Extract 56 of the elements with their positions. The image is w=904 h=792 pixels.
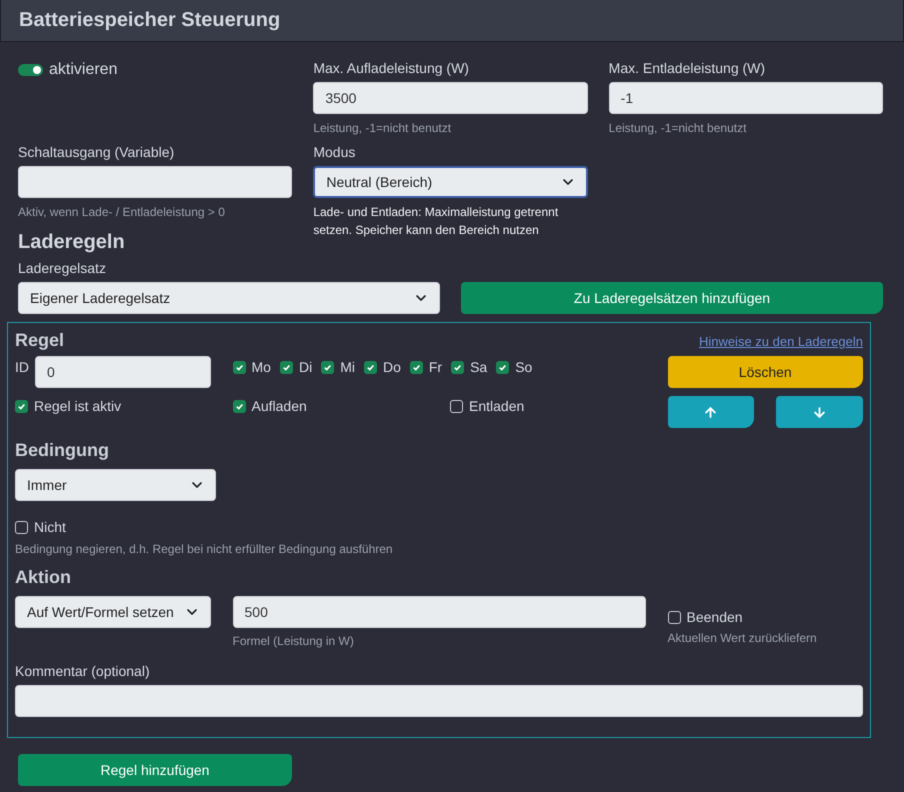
checkbox-label: Fr <box>428 359 442 375</box>
checkbox-label: Nicht <box>34 519 66 535</box>
checkbox[interactable]: Mo <box>232 359 271 375</box>
checkbox-label: Sa <box>470 359 488 375</box>
help-text: Aktuellen Wert zurückliefern <box>668 631 818 646</box>
page-title: Batteriespeicher Steuerung <box>19 9 280 32</box>
add-to-rulesets-button[interactable]: Zu Laderegelsätzen hinzufügen <box>461 282 883 314</box>
help-text: Aktiv, wenn Lade- / Entladeleistung > 0 <box>18 205 226 220</box>
checkbox-label: Entladen <box>469 398 524 414</box>
field-label: Max. Aufladeleistung (W) <box>313 60 470 77</box>
formula-input[interactable]: 500 <box>232 596 646 628</box>
section-heading: Aktion <box>15 567 72 588</box>
checkbox[interactable]: Nicht <box>15 519 863 535</box>
checkbox[interactable]: Di <box>280 359 312 375</box>
checkbox-label: Mo <box>252 359 271 375</box>
ruleset-select[interactable]: Eigener Laderegelsatz <box>18 282 440 314</box>
checkbox[interactable]: Entladen <box>450 398 646 414</box>
field-label: Max. Entladeleistung (W) <box>608 60 766 77</box>
checkbox-label: Mi <box>340 359 355 375</box>
help-text: Leistung, -1=nicht benutzt <box>608 121 748 136</box>
toggle-label: aktivieren <box>49 61 118 79</box>
mode-select[interactable]: Neutral (Bereich) <box>313 166 588 198</box>
checkbox-label: Do <box>382 359 401 375</box>
field-label: Kommentar (optional) <box>15 663 151 680</box>
section-heading: Laderegeln <box>18 231 126 254</box>
delete-button[interactable]: Löschen <box>668 356 863 388</box>
id-input[interactable]: 0 <box>35 356 210 388</box>
action-select[interactable]: Auf Wert/Formel setzen <box>15 596 210 628</box>
section-heading: Bedingung <box>15 440 110 461</box>
mode-description: Lade- und Entladen: Maximalleistung getrennt setzen. Speicher kann den Bereich nutzen <box>313 204 560 239</box>
checkbox[interactable]: Do <box>364 359 401 375</box>
add-rule-button[interactable]: Regel hinzufügen <box>18 754 292 786</box>
help-text: Formel (Leistung in W) <box>232 634 355 649</box>
checkbox[interactable]: Mi <box>321 359 355 375</box>
condition-select[interactable]: Immer <box>15 469 216 501</box>
input-field[interactable]: -1 <box>608 82 883 114</box>
rule-heading: Regel <box>15 330 64 351</box>
checkbox[interactable]: Regel ist aktiv <box>15 398 210 414</box>
id-label: ID <box>15 359 29 375</box>
input-field[interactable]: 3500 <box>313 82 588 114</box>
checkbox[interactable]: Beenden <box>668 609 863 625</box>
help-text: Bedingung negieren, d.h. Regel bei nicht erfüllter Bedingung ausführen <box>15 542 394 557</box>
field-label: Laderegelsatz <box>18 260 107 277</box>
checkbox[interactable]: Aufladen <box>232 398 428 414</box>
field-label: Schaltausgang (Variable) <box>18 144 176 161</box>
checkbox-label: So <box>515 359 532 375</box>
field-label: Modus <box>313 144 356 161</box>
hint-link[interactable]: Hinweise zu den Laderegeln <box>698 334 863 349</box>
checkbox[interactable]: Sa <box>451 359 488 375</box>
checkbox-label: Di <box>298 359 312 375</box>
help-text: Leistung, -1=nicht benutzt <box>313 121 452 136</box>
checkbox-label: Beenden <box>686 609 743 625</box>
checkbox[interactable]: So <box>496 359 532 375</box>
checkbox-label: Aufladen <box>252 398 307 414</box>
checkbox[interactable]: Fr <box>410 359 442 375</box>
checkbox-label: Regel ist aktiv <box>34 398 122 414</box>
